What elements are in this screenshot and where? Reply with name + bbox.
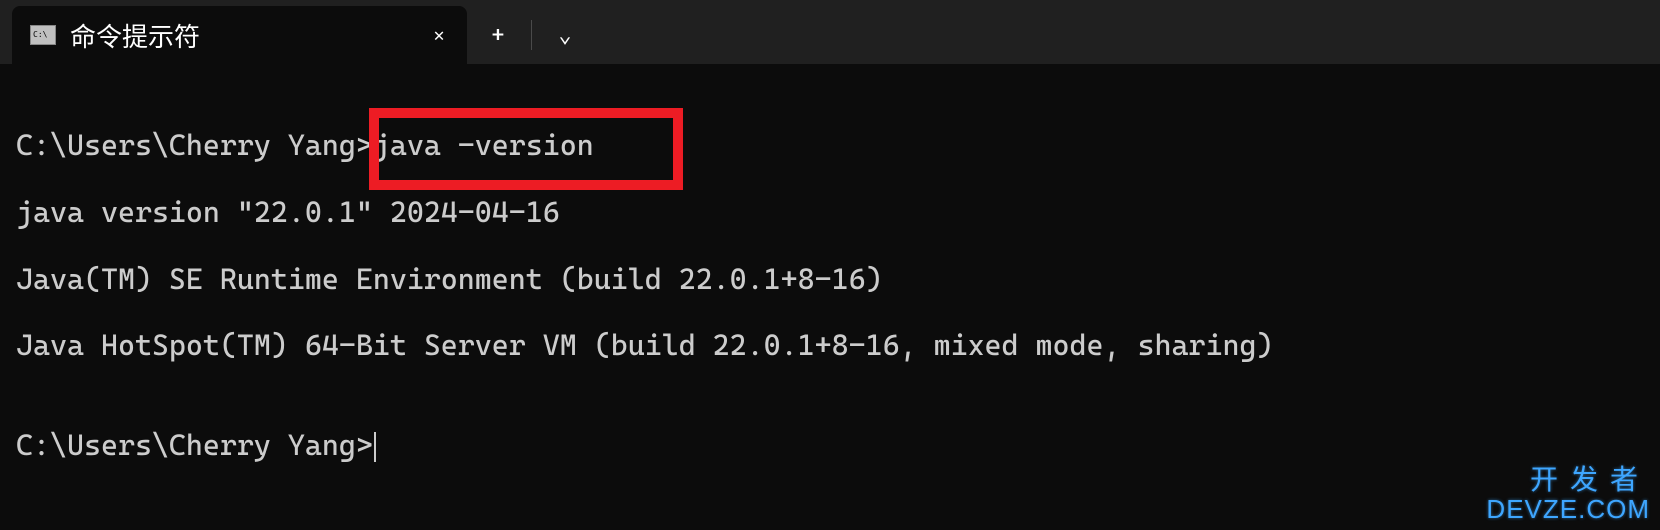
terminal-prompt: C:\Users\Cherry Yang> bbox=[16, 429, 1644, 462]
new-tab-button[interactable]: + bbox=[467, 6, 529, 64]
terminal-line: java version "22.0.1" 2024-04-16 bbox=[16, 196, 1644, 229]
window-titlebar: C:\ 命令提示符 ✕ + ⌄ bbox=[0, 0, 1660, 64]
watermark-en: DEVZE.COM bbox=[1486, 495, 1650, 524]
tab-dropdown-button[interactable]: ⌄ bbox=[534, 6, 596, 64]
plus-icon: + bbox=[492, 23, 505, 48]
terminal-line: Java HotSpot(TM) 64-Bit Server VM (build… bbox=[16, 329, 1644, 362]
terminal-line: Java(TM) SE Runtime Environment (build 2… bbox=[16, 263, 1644, 296]
tab-close-button[interactable]: ✕ bbox=[419, 15, 459, 55]
watermark: 开发者 DEVZE.COM bbox=[1486, 465, 1650, 524]
terminal-tab[interactable]: C:\ 命令提示符 ✕ bbox=[12, 6, 467, 64]
tab-actions: + ⌄ bbox=[467, 6, 596, 64]
terminal-output[interactable]: C:\Users\Cherry Yang>java -version java … bbox=[0, 64, 1660, 512]
chevron-down-icon: ⌄ bbox=[558, 23, 571, 48]
watermark-cn: 开发者 bbox=[1486, 465, 1650, 496]
cmd-icon: C:\ bbox=[30, 25, 56, 45]
cursor bbox=[374, 432, 376, 462]
close-icon: ✕ bbox=[434, 25, 445, 46]
terminal-line: C:\Users\Cherry Yang>java -version bbox=[16, 129, 1644, 162]
divider bbox=[531, 20, 532, 50]
tab-title: 命令提示符 bbox=[70, 17, 419, 54]
